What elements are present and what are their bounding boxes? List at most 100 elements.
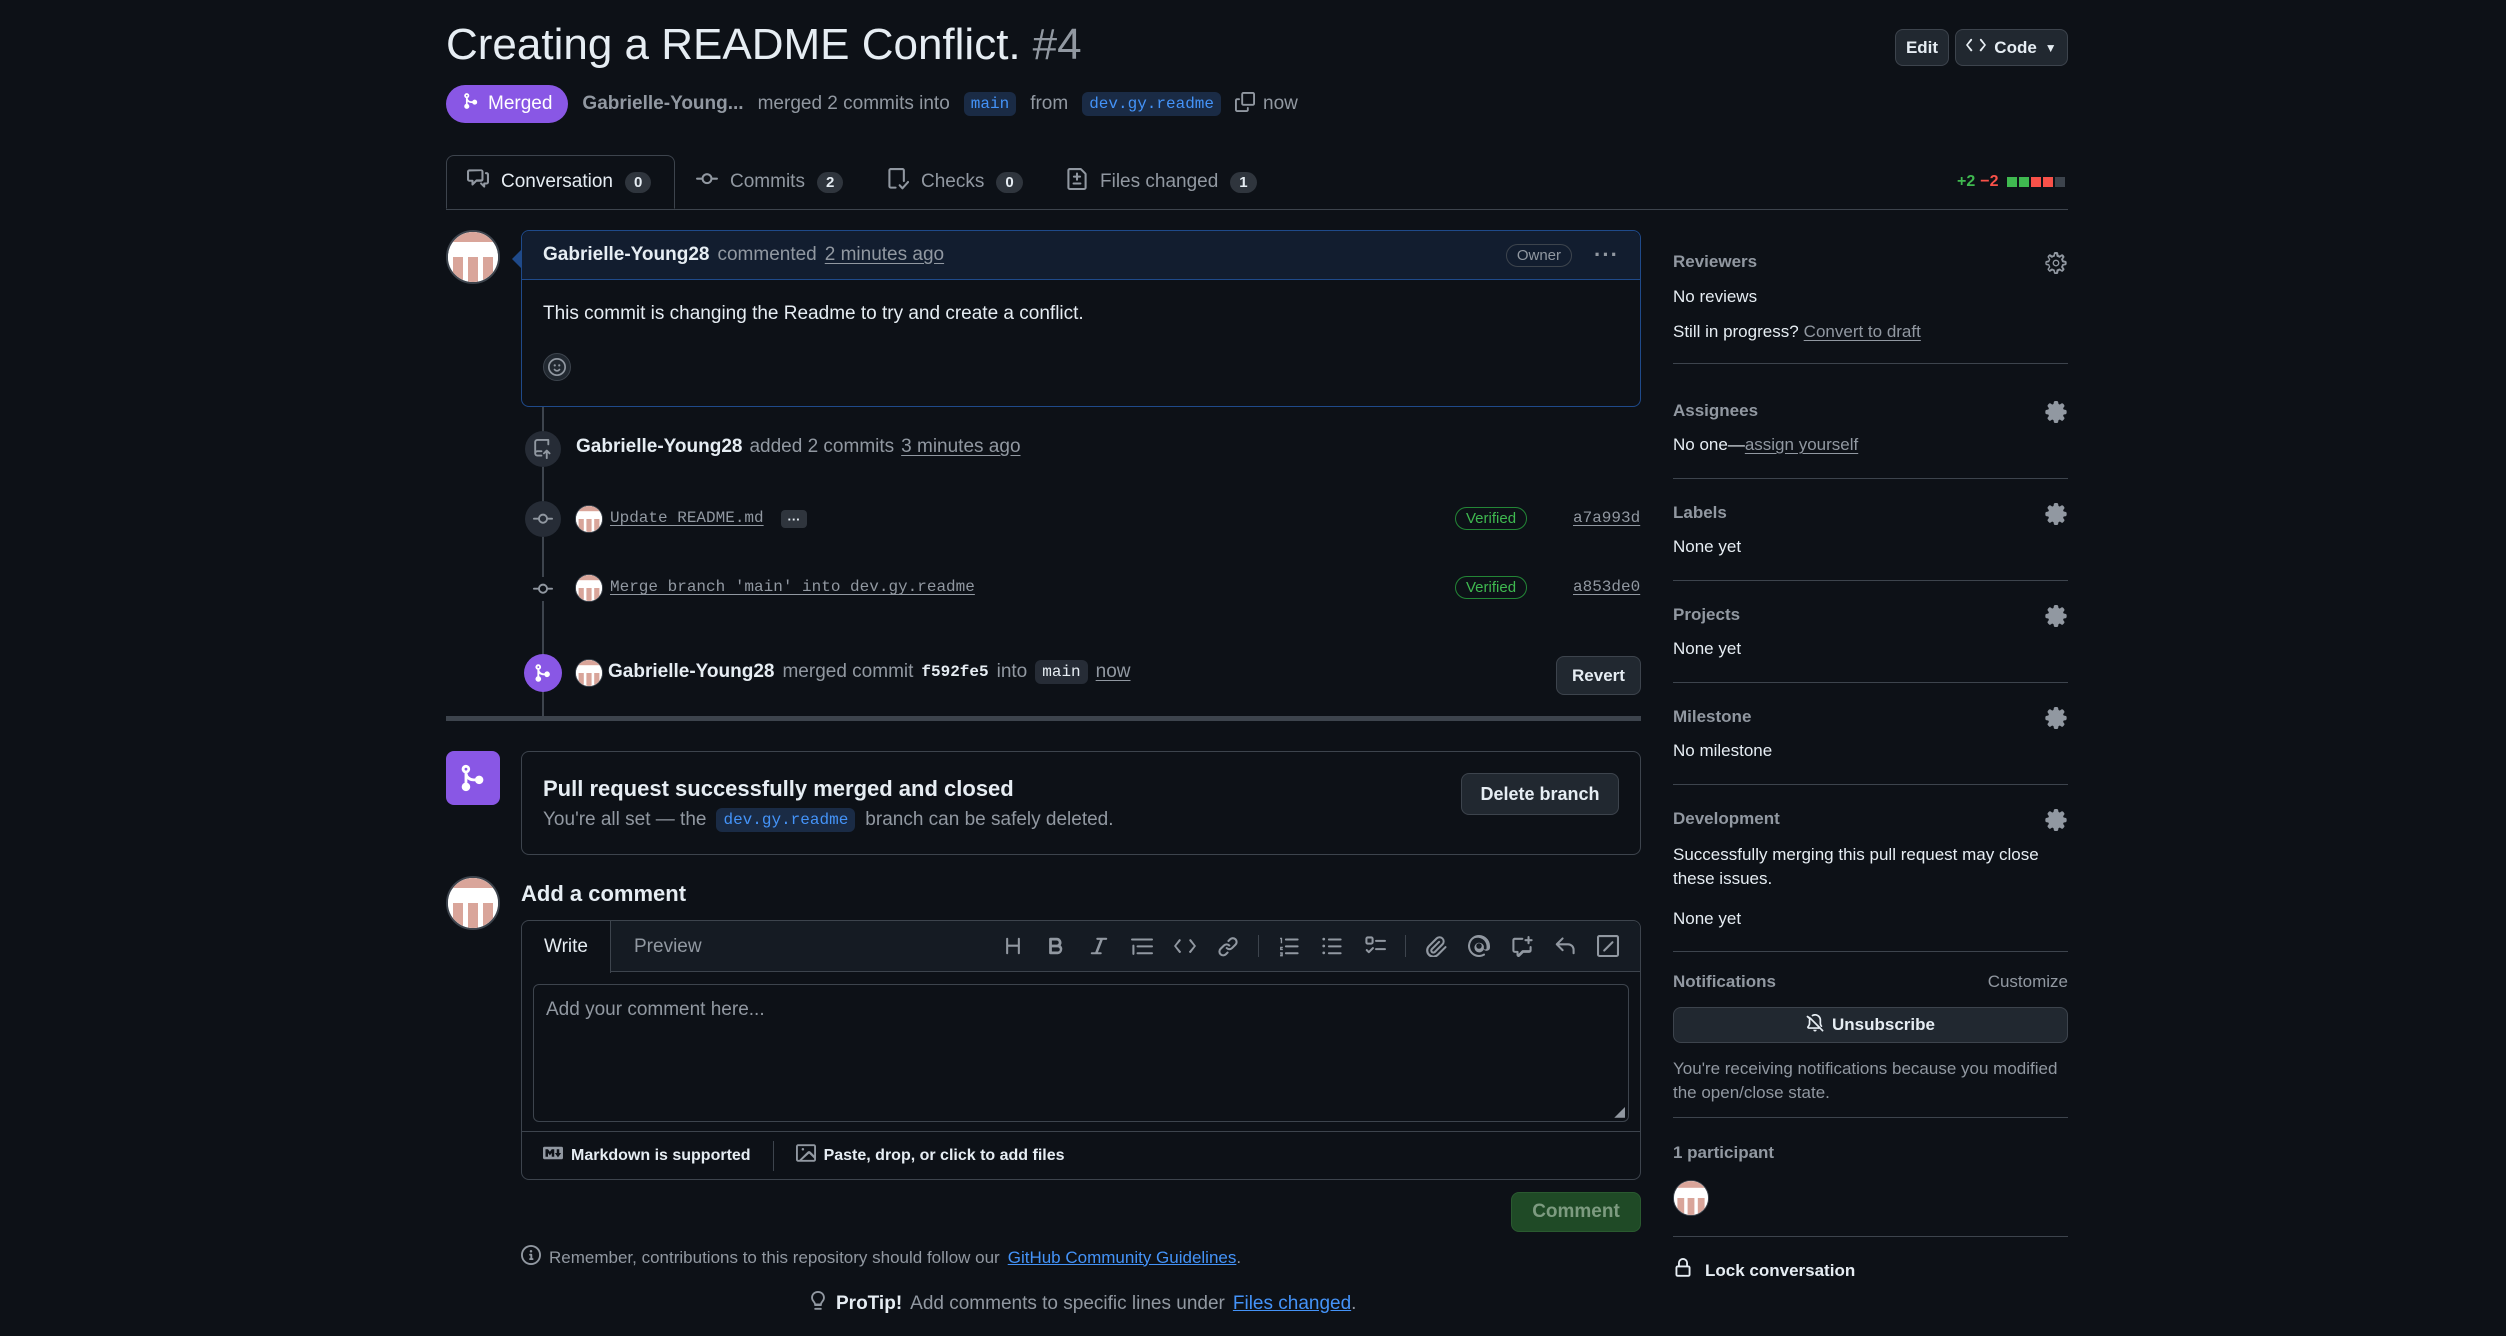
code-icon[interactable] (1172, 933, 1198, 959)
commit-sha[interactable]: a853de0 (1573, 578, 1640, 596)
reply-icon[interactable] (1552, 933, 1578, 959)
avatar[interactable] (575, 574, 603, 602)
merge-commit-sha[interactable]: f592fe5 (921, 663, 988, 681)
attach-files[interactable]: Paste, drop, or click to add files (795, 1143, 1065, 1168)
expand-ellipsis-button[interactable]: ··· (781, 510, 807, 528)
add-reaction-icon[interactable] (543, 353, 571, 381)
resize-handle-icon[interactable]: ◢ (1614, 1103, 1625, 1120)
slash-command-icon[interactable] (1595, 933, 1621, 959)
avatar[interactable] (446, 230, 500, 284)
copy-icon[interactable] (1235, 91, 1256, 117)
avatar[interactable] (575, 659, 603, 687)
verified-badge[interactable]: Verified (1455, 507, 1528, 530)
comment-time[interactable]: 2 minutes ago (825, 244, 944, 266)
gear-icon[interactable] (2045, 707, 2067, 734)
merge-event: Gabrielle-Young28 merged commit f592fe5 … (608, 660, 1131, 684)
tab-write[interactable]: Write (522, 921, 611, 973)
quote-icon[interactable] (1129, 933, 1155, 959)
lock-conversation[interactable]: Lock conversation (1673, 1258, 1855, 1283)
tab-files-changed[interactable]: Files changed 1 (1066, 155, 1257, 209)
timeline-divider (446, 716, 1641, 721)
tab-conversation[interactable]: Conversation 0 (446, 155, 675, 209)
gear-icon[interactable] (2045, 605, 2067, 632)
merge-icon (446, 751, 500, 805)
merge-event-author[interactable]: Gabrielle-Young28 (608, 661, 774, 683)
gear-icon[interactable] (2045, 401, 2067, 428)
comment-author[interactable]: Gabrielle-Young28 (543, 244, 709, 266)
commit-icon (696, 168, 718, 196)
development-heading[interactable]: Development (1673, 809, 1780, 829)
guidelines-link[interactable]: GitHub Community Guidelines (1008, 1248, 1237, 1268)
heading-icon[interactable] (1000, 933, 1026, 959)
guidelines-note: Remember, contributions to this reposito… (521, 1245, 1241, 1270)
comment-textarea[interactable]: Add your comment here... ◢ (533, 984, 1629, 1122)
code-button[interactable]: Code ▼ (1955, 29, 2068, 66)
bold-icon[interactable] (1043, 933, 1069, 959)
commit-message[interactable]: Merge branch 'main' into dev.gy.readme (610, 578, 975, 596)
comment-submit-button[interactable]: Comment (1511, 1192, 1641, 1232)
commits-event-author[interactable]: Gabrielle-Young28 (576, 436, 742, 458)
milestone-heading[interactable]: Milestone (1673, 707, 1751, 727)
head-branch[interactable]: dev.gy.readme (1082, 92, 1222, 116)
assign-yourself-link[interactable]: assign yourself (1745, 435, 1858, 455)
projects-heading[interactable]: Projects (1673, 605, 1740, 625)
verified-badge[interactable]: Verified (1455, 576, 1528, 599)
commit-sha[interactable]: a7a993d (1573, 509, 1640, 527)
customize-link[interactable]: Customize (1988, 972, 2068, 992)
merged-box-branch[interactable]: dev.gy.readme (716, 808, 856, 832)
tab-checks[interactable]: Checks 0 (887, 155, 1023, 209)
participants-heading: 1 participant (1673, 1143, 1775, 1162)
light-bulb-icon (808, 1291, 828, 1317)
bullet-list-icon[interactable] (1319, 933, 1345, 959)
paperclip-icon[interactable] (1423, 933, 1449, 959)
unsubscribe-button[interactable]: Unsubscribe (1673, 1007, 2068, 1043)
files-changed-link[interactable]: Files changed (1233, 1293, 1351, 1315)
comment-box: Gabrielle-Young28 commented 2 minutes ag… (521, 230, 1641, 407)
comment-discussion-icon (467, 168, 489, 196)
kebab-menu-icon[interactable]: ··· (1594, 242, 1619, 268)
merged-text: merged 2 commits into (757, 93, 950, 114)
assignees-heading[interactable]: Assignees (1673, 401, 1758, 421)
avatar[interactable] (575, 505, 603, 533)
merge-event-time[interactable]: now (1096, 661, 1131, 683)
toolbar-divider (1258, 935, 1259, 957)
notifications-heading: Notifications (1673, 972, 1776, 991)
comment-pointer (512, 250, 521, 268)
labels-heading[interactable]: Labels (1673, 503, 1727, 523)
gear-icon[interactable] (2045, 503, 2067, 530)
merge-target-branch[interactable]: main (1035, 660, 1088, 684)
convert-to-draft-link[interactable]: Convert to draft (1804, 322, 1921, 342)
comment-placeholder: Add your comment here... (546, 999, 765, 1020)
tasklist-icon[interactable] (1362, 933, 1388, 959)
delete-branch-button[interactable]: Delete branch (1461, 773, 1619, 815)
gear-icon[interactable] (2045, 252, 2067, 279)
cross-reference-icon[interactable] (1509, 933, 1535, 959)
mention-icon[interactable] (1466, 933, 1492, 959)
toolbar-divider (1405, 935, 1406, 957)
commit-message[interactable]: Update README.md (610, 509, 764, 527)
reviewers-heading[interactable]: Reviewers (1673, 252, 1757, 272)
checklist-icon (887, 168, 910, 196)
avatar[interactable] (446, 876, 500, 930)
base-branch[interactable]: main (963, 92, 1017, 116)
numbered-list-icon[interactable] (1276, 933, 1302, 959)
gear-icon[interactable] (2045, 809, 2067, 836)
avatar[interactable] (1673, 1180, 1709, 1216)
pr-number: #4 (1032, 20, 1082, 69)
commits-event-time[interactable]: 3 minutes ago (901, 436, 1020, 458)
revert-button[interactable]: Revert (1556, 656, 1641, 695)
commit-icon (531, 577, 555, 601)
link-icon[interactable] (1215, 933, 1241, 959)
tab-commits[interactable]: Commits 2 (696, 155, 844, 209)
italic-icon[interactable] (1086, 933, 1112, 959)
file-diff-icon (1066, 168, 1088, 196)
assignees-row: No one— assign yourself (1673, 435, 1859, 455)
commit-icon (525, 501, 561, 537)
pr-author[interactable]: Gabrielle-Young... (582, 93, 743, 115)
editor-footer: Markdown is supported Paste, drop, or cl… (522, 1131, 1640, 1179)
diffstat: +2 −2 (1957, 173, 2065, 191)
tab-preview[interactable]: Preview (634, 936, 702, 958)
code-icon (1966, 35, 1987, 60)
edit-button[interactable]: Edit (1895, 29, 1949, 66)
markdown-supported[interactable]: Markdown is supported (543, 1143, 751, 1168)
